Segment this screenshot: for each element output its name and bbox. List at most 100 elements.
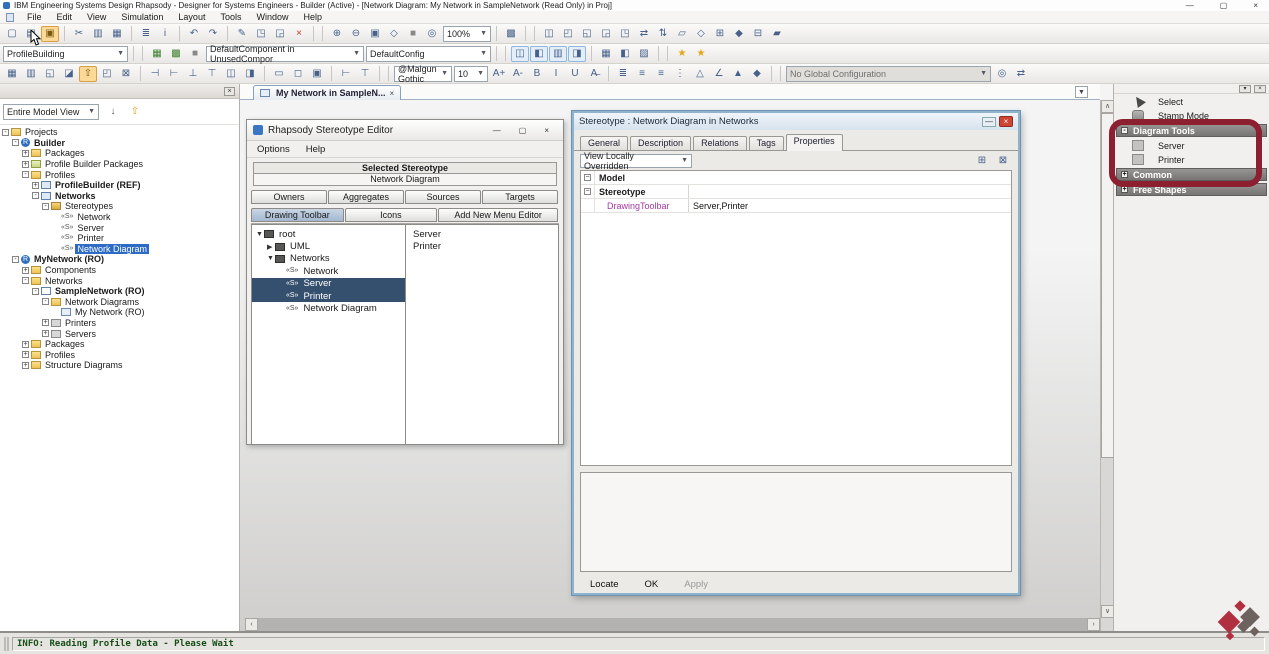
tree-item[interactable]: - Network Diagrams xyxy=(2,297,239,308)
editor-tab[interactable]: Owners xyxy=(251,190,327,204)
move-down-icon[interactable]: ↓ xyxy=(105,104,121,119)
copy-icon[interactable]: ▥ xyxy=(89,26,107,42)
tree-item[interactable]: + Profiles xyxy=(2,349,239,360)
close-button[interactable]: × xyxy=(544,126,549,135)
align-text-left-icon[interactable]: ≣ xyxy=(614,66,632,82)
property-group-row[interactable]: − Stereotype xyxy=(581,185,1011,199)
editor-tab[interactable]: Icons xyxy=(345,208,438,222)
distribute-horizontal-icon[interactable]: ⊢ xyxy=(337,66,355,82)
cascade-windows-icon[interactable]: ▥ xyxy=(549,46,567,62)
close-tab-icon[interactable]: × xyxy=(390,89,395,98)
twist-icon[interactable]: ▼ xyxy=(267,255,275,262)
view-mode-combo[interactable]: Entire Model View▼ xyxy=(3,104,99,120)
section-toggle[interactable]: + xyxy=(1121,171,1128,178)
editor-tab[interactable]: Aggregates xyxy=(328,190,404,204)
list-item[interactable]: Server xyxy=(410,228,558,240)
minimize-button[interactable]: — xyxy=(1186,1,1194,10)
italic-icon[interactable]: I xyxy=(547,66,565,82)
add-link-tool-icon[interactable]: ◳ xyxy=(616,26,634,42)
increase-font-icon[interactable]: A+ xyxy=(490,66,508,82)
center-vertical-icon[interactable]: ◨ xyxy=(241,66,259,82)
stop-build-icon[interactable]: ■ xyxy=(186,46,204,62)
tool-row[interactable]: - Diagram Tools xyxy=(1116,124,1267,137)
tree-item[interactable]: + Printers xyxy=(2,318,239,329)
remove-property-icon[interactable]: ⊠ xyxy=(994,153,1012,169)
editor-tab[interactable]: Add New Menu Editor xyxy=(438,208,558,222)
tree-item[interactable]: Network Diagram xyxy=(2,244,239,255)
tool-row[interactable]: Printer xyxy=(1116,153,1267,166)
close-button[interactable]: × xyxy=(1253,1,1258,10)
zoom-out-icon[interactable]: ⊖ xyxy=(347,26,365,42)
align-text-center-icon[interactable]: ≡ xyxy=(633,66,651,82)
tab-overflow-icon[interactable]: ▼ xyxy=(1075,86,1088,98)
bring-forward-icon[interactable]: ▭ xyxy=(270,66,288,82)
expand-toggle[interactable]: - xyxy=(12,139,19,146)
editor-tab[interactable]: Drawing Toolbar xyxy=(251,208,344,222)
zoom-in-icon[interactable]: ⊕ xyxy=(328,26,346,42)
delete-icon[interactable]: × xyxy=(290,26,308,42)
dialog-tab[interactable]: Tags xyxy=(749,136,784,150)
active-configuration-icon[interactable]: ◎ xyxy=(993,66,1011,82)
bold-icon[interactable]: B xyxy=(528,66,546,82)
view-filter-combo[interactable]: View Locally Overridden▼ xyxy=(580,154,692,168)
tree-item[interactable]: - Networks xyxy=(2,275,239,286)
tree-item[interactable]: Server xyxy=(252,278,405,290)
strike-icon[interactable]: A̶ xyxy=(585,66,603,82)
menu-item[interactable]: View xyxy=(85,12,108,22)
move-up-icon[interactable]: ⇧ xyxy=(127,104,143,119)
browser-window-icon[interactable]: ▦ xyxy=(597,46,615,62)
tree-item[interactable]: - Stereotypes xyxy=(2,201,239,212)
print-icon[interactable]: ≣ xyxy=(137,26,155,42)
glue-icon[interactable]: ◱ xyxy=(41,66,59,82)
fill-color-icon[interactable]: ▲ xyxy=(729,66,747,82)
tool-row[interactable]: Server xyxy=(1116,139,1267,152)
reroute-icon[interactable]: ◪ xyxy=(60,66,78,82)
dialog-tab[interactable]: Properties xyxy=(786,134,843,151)
snap-to-grid-icon[interactable]: ▥ xyxy=(22,66,40,82)
tree-item[interactable]: + ProfileBuilder (REF) xyxy=(2,180,239,191)
editor-tab[interactable]: Targets xyxy=(482,190,558,204)
tree-item[interactable]: - Networks xyxy=(2,191,239,202)
vertical-scrollbar[interactable]: ∧ ∨ xyxy=(1100,100,1113,631)
tree-item[interactable]: Network xyxy=(2,212,239,223)
add-matrix-tool-icon[interactable]: ◆ xyxy=(730,26,748,42)
tree-item[interactable]: - Profiles xyxy=(2,169,239,180)
expand-toggle[interactable]: + xyxy=(32,182,39,189)
tree-item[interactable]: + Profile Builder Packages xyxy=(2,159,239,170)
expand-toggle[interactable]: - xyxy=(32,288,39,295)
tree-item[interactable]: - Builder xyxy=(2,138,239,149)
tree-item[interactable]: My Network (RO) xyxy=(2,307,239,318)
expand-toggle[interactable]: - xyxy=(32,192,39,199)
save-icon[interactable]: ▣ xyxy=(41,26,59,42)
property-row[interactable]: DrawingToolbar Server,Printer xyxy=(581,199,1011,213)
section-toggle[interactable]: - xyxy=(1121,127,1128,134)
arrange-icons-icon[interactable]: ◨ xyxy=(568,46,586,62)
panel-menu-icon[interactable]: ▾ xyxy=(1239,85,1251,93)
menu-item[interactable]: Help xyxy=(301,12,324,22)
tree-item[interactable]: + Components xyxy=(2,265,239,276)
menu-item[interactable]: Window xyxy=(254,12,290,22)
add-diagram-tool-icon[interactable]: ▱ xyxy=(673,26,691,42)
tree-item[interactable]: - Projects xyxy=(2,127,239,138)
expand-toggle[interactable]: + xyxy=(22,267,29,274)
align-text-right-icon[interactable]: ≡ xyxy=(652,66,670,82)
minimize-button[interactable]: — xyxy=(493,126,501,135)
tree-item[interactable]: Printer xyxy=(252,290,405,302)
align-right-icon[interactable]: ⊢ xyxy=(165,66,183,82)
config-combo[interactable]: DefaultConfig▼ xyxy=(366,46,491,62)
menu-item[interactable]: Simulation xyxy=(119,12,165,22)
expand-toggle[interactable]: - xyxy=(2,129,9,136)
collapse-icon[interactable]: − xyxy=(584,188,591,195)
tree-item[interactable]: Server xyxy=(2,222,239,233)
dialog-title-bar[interactable]: Stereotype : Network Diagram in Networks… xyxy=(574,113,1018,130)
tool-row[interactable]: + Free Shapes xyxy=(1116,183,1267,196)
profile-combo[interactable]: ProfileBuilding▼ xyxy=(3,46,128,62)
align-left-icon[interactable]: ⊣ xyxy=(146,66,164,82)
global-configuration-combo[interactable]: No Global Configuration▼ xyxy=(786,66,991,82)
menu-item[interactable]: Edit xyxy=(55,12,75,22)
tree-item[interactable]: + Servers xyxy=(2,328,239,339)
expand-toggle[interactable]: - xyxy=(42,298,49,305)
add-flow-tool-icon[interactable]: ⇅ xyxy=(654,26,672,42)
highlight-element-icon[interactable]: ⇧ xyxy=(79,66,97,82)
minimize-button[interactable]: — xyxy=(982,117,996,127)
